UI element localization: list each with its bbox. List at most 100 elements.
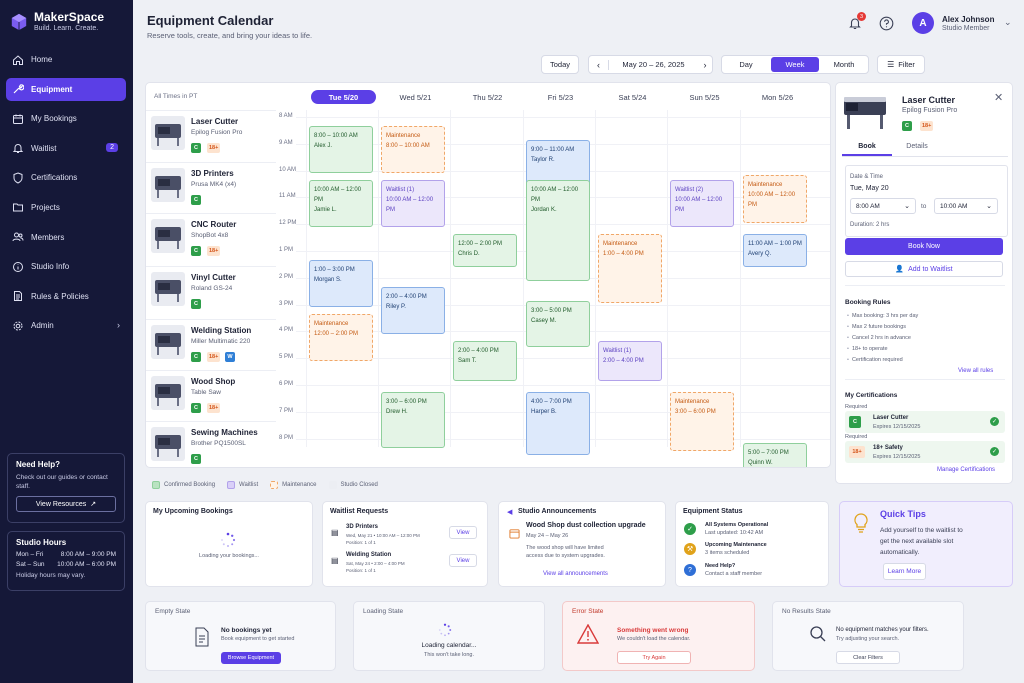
requirement-tag: C [191, 299, 201, 309]
state-title: Empty State [155, 608, 191, 615]
sidebar-item-waitlist[interactable]: Waitlist 2 [6, 137, 126, 160]
view-day-button[interactable]: Day [722, 56, 770, 73]
equipment-row[interactable]: Sewing Machines Brother PQ1500SL C [146, 421, 276, 467]
end-time-select[interactable]: 10:00 AM ⌄ [934, 198, 998, 214]
day-header[interactable]: Mon 5/26 [745, 90, 810, 104]
equipment-row[interactable]: 3D Printers Prusa MK4 (x4) C [146, 162, 276, 213]
maintenance-block[interactable]: Maintenance 1:00 – 4:00 PM [598, 233, 662, 304]
booking-event[interactable]: 10:00 AM – 12:00 PM Jamie L. [309, 180, 373, 227]
booking-event[interactable]: 12:00 – 2:00 PM Chris D. [453, 233, 517, 268]
waitlist-event[interactable]: Waitlist (1) 2:00 – 4:00 PM [598, 340, 662, 381]
studio-hours-card: Studio Hours Mon – Fri 8:00 AM – 9:00 PM … [7, 531, 125, 591]
sidebar-item-admin[interactable]: Admin › [6, 314, 126, 337]
sidebar-item-certifications[interactable]: Certifications [6, 166, 126, 189]
laser-cutter-image [844, 97, 886, 129]
booking-date[interactable]: Tue, May 20 [850, 185, 889, 192]
grid-hour-line [296, 358, 830, 360]
booking-event[interactable]: 2:00 – 4:00 PM Riley P. [381, 287, 445, 335]
help-circle-icon[interactable] [879, 16, 894, 31]
book-now-button[interactable]: Book Now [845, 238, 1003, 255]
learn-more-button[interactable]: Learn More [883, 563, 926, 580]
clear-filters-button[interactable]: Clear Filters [836, 651, 900, 664]
event-time: 2:00 – 4:00 PM [603, 357, 644, 364]
equipment-row[interactable]: Welding Station Miller Multimatic 220 C 18+… [146, 319, 276, 370]
try-again-button[interactable]: Try Again [617, 651, 691, 664]
date-time-label: Date & Time [850, 174, 884, 180]
booking-event[interactable]: 4:00 – 7:00 PM Harper B. [526, 391, 590, 455]
today-button[interactable]: Today [541, 55, 579, 74]
filter-button[interactable]: ☰ Filter [877, 55, 925, 74]
time-label: 7 PM [279, 407, 294, 414]
sidebar-item-members[interactable]: Members [6, 226, 126, 249]
brand[interactable]: MakerSpace Build. Learn. Create. [10, 11, 104, 33]
announcement-headline[interactable]: Wood Shop dust collection upgrade [526, 522, 646, 529]
booking-event[interactable]: 2:00 – 4:00 PM Sam T. [453, 340, 517, 381]
event-time: 10:00 AM – 12:00 PM [386, 197, 434, 213]
waitlist-event[interactable]: Waitlist (1) 10:00 AM – 12:00 PM [381, 180, 445, 227]
booking-event[interactable]: 3:00 – 6:00 PM Drew H. [381, 391, 445, 448]
booking-event[interactable]: 8:00 – 10:00 AM Alex J. [309, 126, 373, 174]
sidebar-item-rules-policies[interactable]: Rules & Policies [6, 285, 126, 308]
equipment-row[interactable]: CNC Router ShopBot 4x8 C 18+ [146, 213, 276, 266]
sidebar-item-my-bookings[interactable]: My Bookings [6, 107, 126, 130]
day-header[interactable]: Sat 5/24 [600, 90, 665, 104]
booking-event[interactable]: 3:00 – 5:00 PM Casey M. [526, 300, 590, 348]
manage-certifications-link[interactable]: Manage Certifications [937, 467, 995, 473]
avatar[interactable]: A [912, 12, 934, 34]
view-resources-button[interactable]: View Resources ↗ [16, 496, 116, 512]
equipment-row[interactable]: Vinyl Cutter Roland GS-24 C [146, 266, 276, 319]
maintenance-block[interactable]: Maintenance 8:00 – 10:00 AM [381, 126, 445, 174]
waitlist-event[interactable]: Waitlist (2) 10:00 AM – 12:00 PM [670, 180, 734, 227]
equipment-row[interactable]: Laser Cutter Epilog Fusion Pro C 18+ [146, 110, 276, 162]
maintenance-block[interactable]: Maintenance 12:00 – 2:00 PM [309, 314, 373, 361]
equipment-row[interactable]: Wood Shop Table Saw C 18+ [146, 370, 276, 421]
empty-state-card: Empty State No bookings yet Book equipme… [145, 601, 336, 671]
start-time-select[interactable]: 8:00 AM ⌄ [850, 198, 916, 214]
sidebar-item-home[interactable]: Home [6, 48, 126, 71]
day-header[interactable]: Wed 5/21 [383, 90, 448, 104]
browse-equipment-button[interactable]: Browse Equipment [221, 652, 281, 664]
maintenance-block[interactable]: Maintenance 10:00 AM – 12:00 PM [743, 174, 807, 223]
chevron-down-icon[interactable]: ⌄ [1004, 17, 1012, 28]
booking-event[interactable]: 1:00 – 3:00 PM Morgan S. [309, 260, 373, 308]
sidebar-item-studio-info[interactable]: Studio Info [6, 255, 126, 278]
view-waitlist-button[interactable]: View [449, 526, 477, 539]
event-time: 5:00 – 7:00 PM [748, 449, 789, 456]
user-name[interactable]: Alex Johnson [942, 15, 994, 24]
requirement-tag: 18+ [207, 143, 221, 153]
day-header[interactable]: Sun 5/25 [672, 90, 737, 104]
view-all-announcements-link[interactable]: View all announcements [543, 571, 608, 577]
view-all-rules-link[interactable]: View all rules [958, 368, 993, 374]
time-label: 12 PM [279, 220, 297, 227]
page-subtitle: Reserve tools, create, and bring your id… [147, 31, 313, 40]
maintenance-block[interactable]: Maintenance 3:00 – 6:00 PM [670, 391, 734, 451]
view-waitlist-button[interactable]: View [449, 554, 477, 567]
loading-heading: Loading calendar... [421, 642, 477, 649]
event-time: 10:00 AM – 12:00 PM [531, 187, 579, 203]
duration-label: Duration: 2 hrs [850, 222, 890, 228]
tab-details[interactable]: Details [892, 143, 942, 156]
day-header[interactable]: Thu 5/22 [455, 90, 520, 104]
equipment-image [151, 116, 185, 150]
tab-book[interactable]: Book [842, 143, 892, 156]
sidebar-item-equipment[interactable]: Equipment [6, 77, 126, 101]
rules-list: Max booking: 3 hrs per day Max 2 future … [847, 310, 918, 365]
error-subtext: We couldn't load the calendar. [617, 636, 691, 642]
add-user-icon: 👤 [895, 266, 905, 273]
event-label: Alex J. [314, 143, 333, 150]
day-header[interactable]: Fri 5/23 [528, 90, 593, 104]
event-time: 3:00 – 6:00 PM [386, 398, 427, 405]
sidebar-item-projects[interactable]: Projects [6, 196, 126, 219]
day-header[interactable]: Tue 5/20 [311, 90, 376, 104]
add-to-waitlist-button[interactable]: 👤 Add to Waitlist [845, 261, 1003, 277]
booking-event[interactable]: 11:00 AM – 1:00 PM Avery Q. [743, 233, 807, 268]
chevron-left-icon[interactable]: ‹ [589, 59, 609, 70]
chevron-right-icon[interactable]: › [698, 60, 712, 70]
close-icon[interactable]: ✕ [994, 91, 1003, 104]
waitlist-item-detail: Sat, May 24 • 2:00 – 4:00 PM [346, 561, 405, 566]
view-week-button[interactable]: Week [771, 57, 819, 72]
booking-event[interactable]: 10:00 AM – 12:00 PM Jordan K. [526, 180, 590, 281]
booking-event[interactable]: 5:00 – 7:00 PM Quinn W. [743, 442, 807, 467]
date-range-picker[interactable]: ‹ May 20 – 26, 2025 › [588, 55, 713, 74]
view-month-button[interactable]: Month [820, 56, 868, 73]
